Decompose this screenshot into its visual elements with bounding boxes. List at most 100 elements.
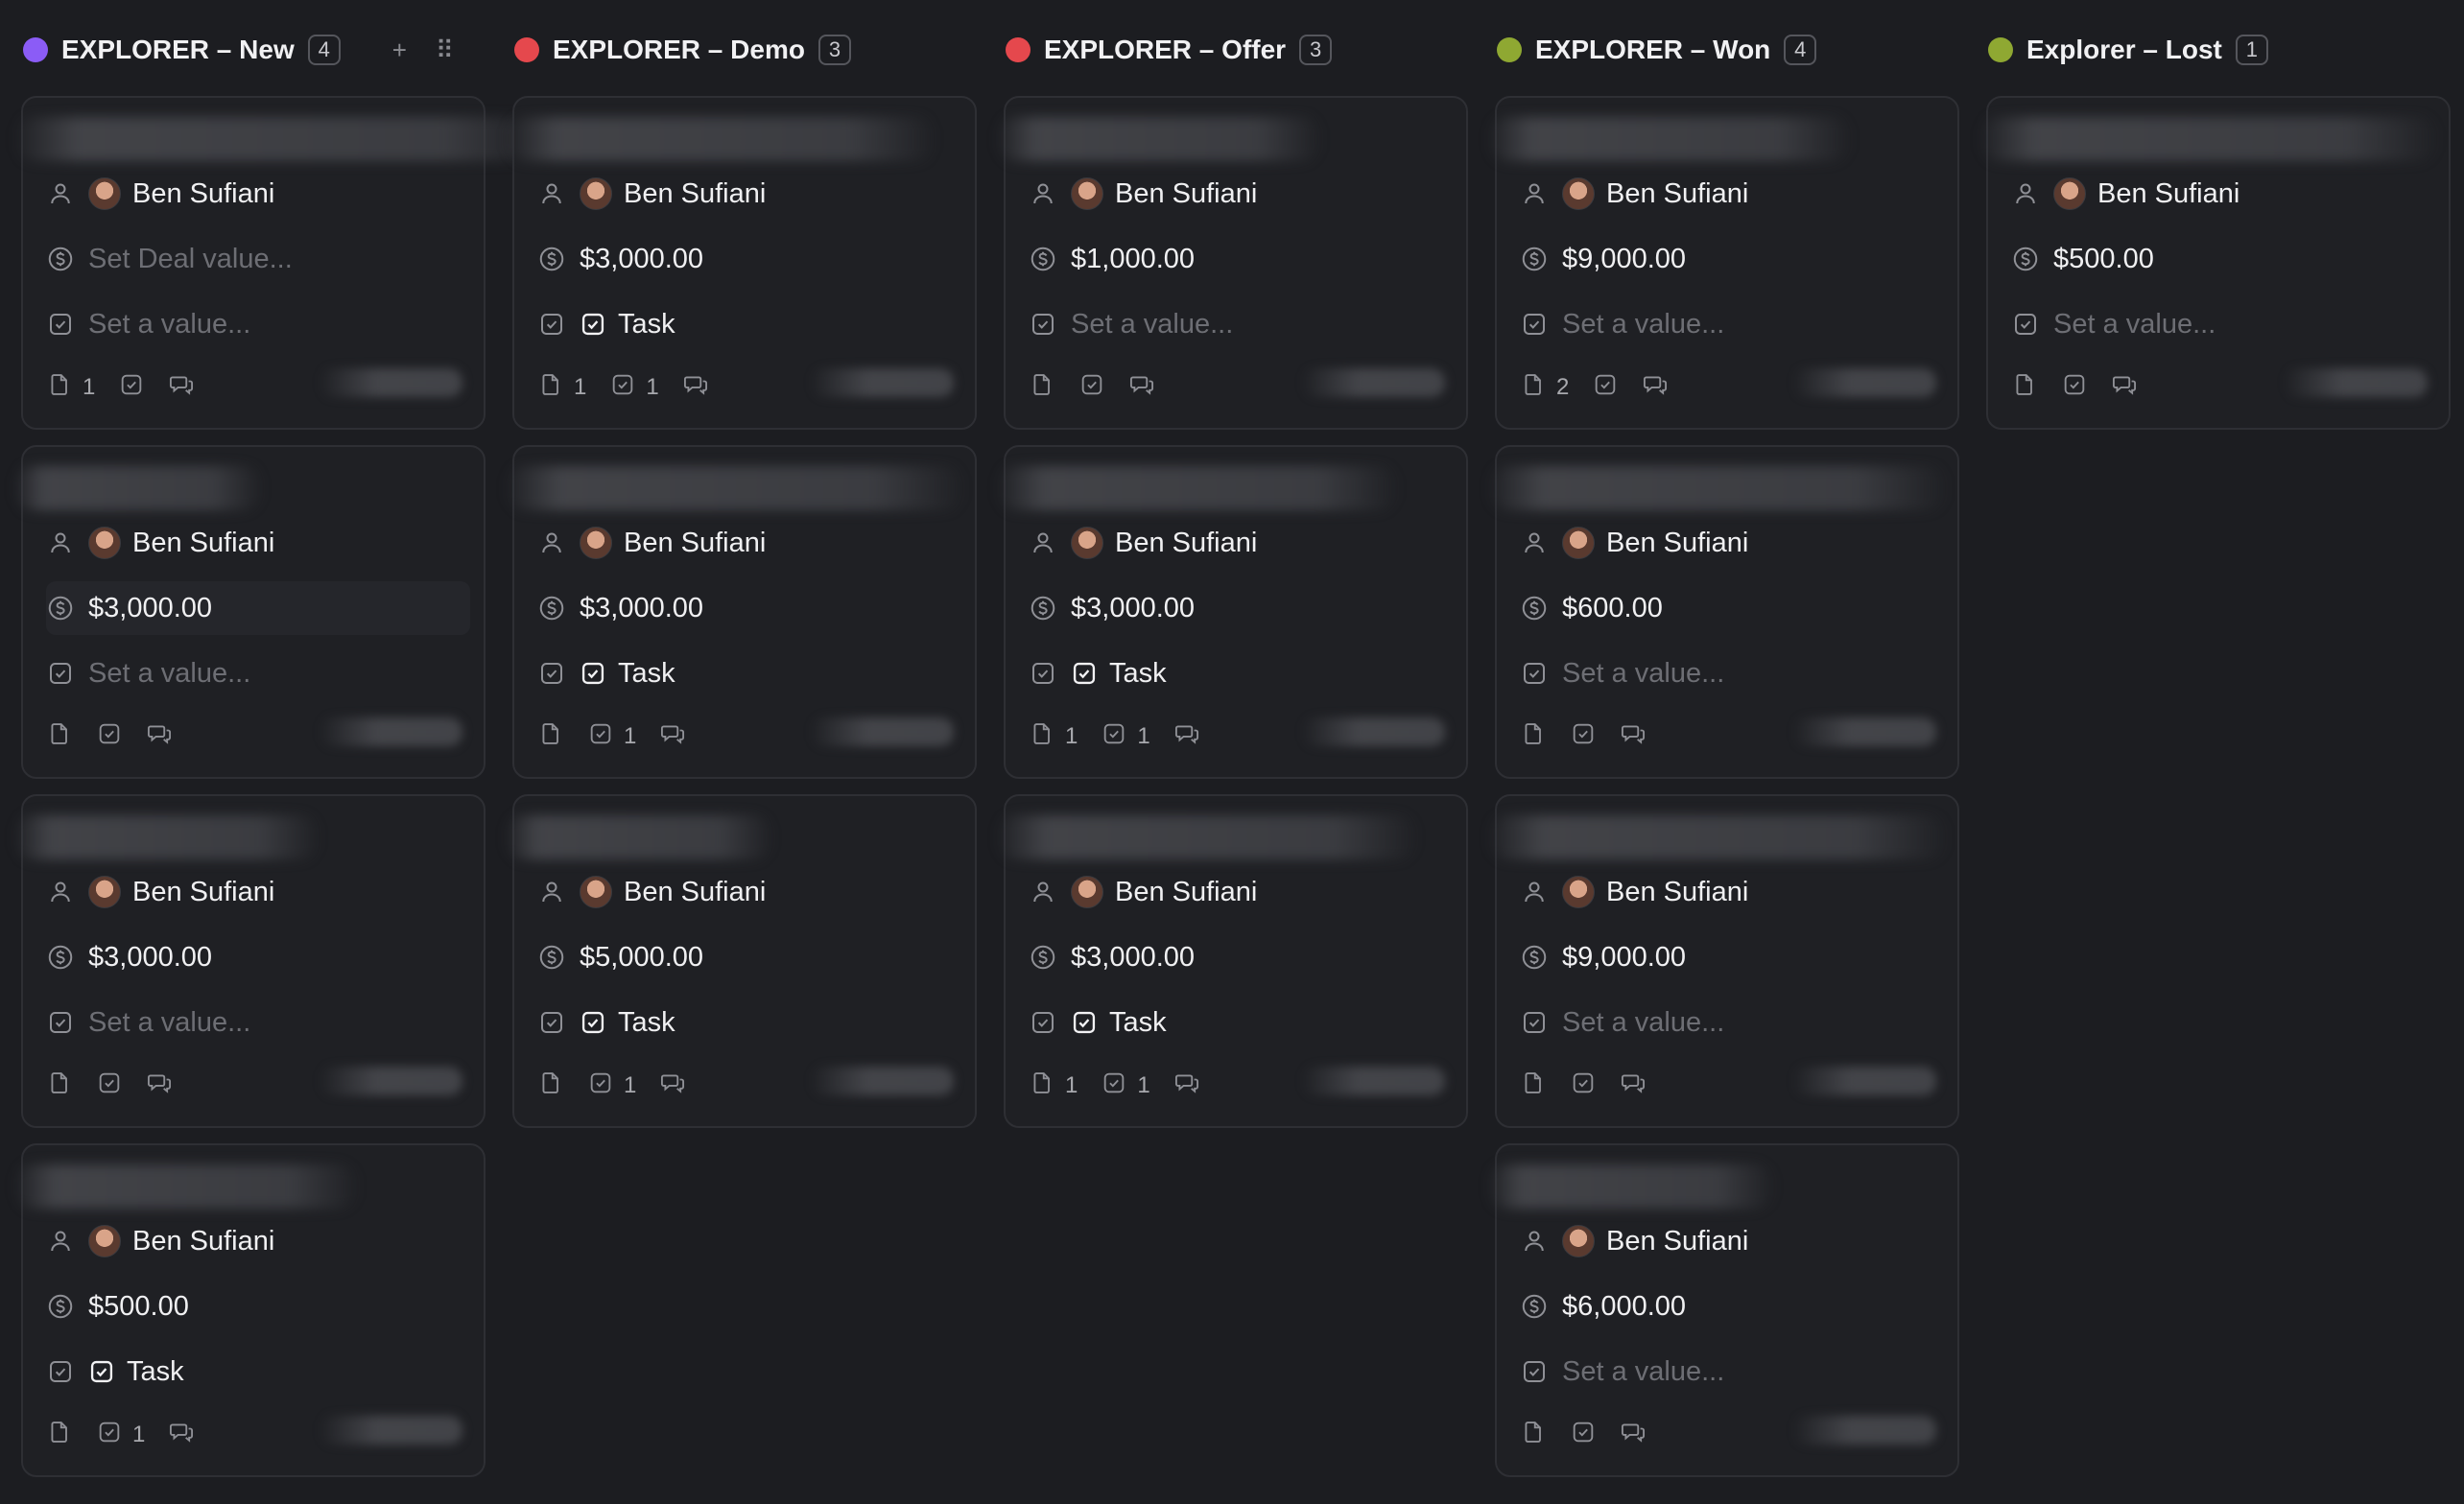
owner-row[interactable]: Ben Sufiani xyxy=(1029,865,1453,919)
files-count[interactable] xyxy=(46,720,73,754)
deal-value-row[interactable]: $5,000.00 xyxy=(537,930,961,984)
files-count[interactable] xyxy=(2011,371,2038,405)
deal-value-row[interactable]: $3,000.00 xyxy=(1029,581,1453,635)
task-row[interactable]: Set a value... xyxy=(1520,297,1944,351)
comments-count[interactable] xyxy=(2111,371,2138,405)
add-card-icon[interactable]: + xyxy=(392,35,407,65)
tasks-count[interactable] xyxy=(1570,720,1597,754)
deal-card[interactable]: Ben Sufiani $600.00 Set a value... xyxy=(1487,445,1959,779)
comments-count[interactable] xyxy=(168,371,195,405)
task-checked-icon[interactable] xyxy=(1071,660,1098,687)
deal-value-row[interactable]: $3,000.00 xyxy=(537,232,961,286)
deal-value-row[interactable]: $3,000.00 xyxy=(46,930,470,984)
comments-count[interactable] xyxy=(682,371,709,405)
owner-row[interactable]: Ben Sufiani xyxy=(46,865,470,919)
files-count[interactable]: 1 xyxy=(1029,720,1078,754)
deal-card[interactable]: Ben Sufiani $3,000.00 Task 1 1 xyxy=(505,96,977,430)
files-count[interactable]: 2 xyxy=(1520,371,1569,405)
deal-card[interactable]: Ben Sufiani $3,000.00 Task 1 xyxy=(505,445,977,779)
owner-row[interactable]: Ben Sufiani xyxy=(1520,167,1944,221)
task-row[interactable]: Set a value... xyxy=(2011,297,2435,351)
tasks-count[interactable]: 1 xyxy=(1101,1069,1150,1103)
drag-handle-icon[interactable]: ⠿ xyxy=(436,35,454,65)
files-count[interactable] xyxy=(1520,1419,1547,1452)
task-row[interactable]: Task xyxy=(537,297,961,351)
owner-row[interactable]: Ben Sufiani xyxy=(1520,1214,1944,1268)
tasks-count[interactable] xyxy=(1570,1419,1597,1452)
files-count[interactable] xyxy=(537,1069,564,1103)
deal-value-row[interactable]: $500.00 xyxy=(46,1280,470,1333)
comments-count[interactable] xyxy=(146,720,173,754)
task-row[interactable]: Set a value... xyxy=(1520,996,1944,1049)
comments-count[interactable] xyxy=(1128,371,1155,405)
files-count[interactable] xyxy=(46,1069,73,1103)
comments-count[interactable] xyxy=(146,1069,173,1103)
comments-count[interactable] xyxy=(1620,1069,1647,1103)
deal-card[interactable]: Ben Sufiani $6,000.00 Set a value... xyxy=(1487,1143,1959,1477)
owner-row[interactable]: Ben Sufiani xyxy=(46,167,470,221)
files-count[interactable] xyxy=(1520,720,1547,754)
deal-card[interactable]: Ben Sufiani Set Deal value... Set a value.… xyxy=(13,96,551,430)
deal-value-row[interactable]: $3,000.00 xyxy=(1029,930,1453,984)
owner-row[interactable]: Ben Sufiani xyxy=(1520,865,1944,919)
tasks-count[interactable]: 1 xyxy=(587,720,636,754)
deal-card[interactable]: Ben Sufiani $5,000.00 Task 1 xyxy=(505,794,977,1128)
tasks-count[interactable]: 1 xyxy=(609,371,659,405)
task-row[interactable]: Task xyxy=(537,996,961,1049)
deal-card[interactable]: Ben Sufiani $1,000.00 Set a value... xyxy=(996,96,1468,430)
deal-value-row[interactable]: $500.00 xyxy=(2011,232,2435,286)
deal-card[interactable]: Ben Sufiani $500.00 Set a value... xyxy=(1978,96,2451,430)
deal-card[interactable]: Ben Sufiani $500.00 Task 1 xyxy=(13,1143,486,1477)
deal-value-row[interactable]: $3,000.00 xyxy=(46,581,470,635)
owner-row[interactable]: Ben Sufiani xyxy=(1029,167,1453,221)
task-row[interactable]: Set a value... xyxy=(1520,646,1944,700)
task-row[interactable]: Set a value... xyxy=(1520,1345,1944,1398)
deal-card[interactable]: Ben Sufiani $3,000.00 Set a value... xyxy=(13,445,486,779)
owner-row[interactable]: Ben Sufiani xyxy=(537,167,961,221)
task-row[interactable]: Task xyxy=(46,1345,470,1398)
task-row[interactable]: Set a value... xyxy=(46,646,470,700)
owner-row[interactable]: Ben Sufiani xyxy=(537,865,961,919)
files-count[interactable] xyxy=(537,720,564,754)
files-count[interactable]: 1 xyxy=(46,371,95,405)
tasks-count[interactable] xyxy=(2061,371,2088,405)
tasks-count[interactable] xyxy=(96,720,123,754)
owner-row[interactable]: Ben Sufiani xyxy=(1520,516,1944,570)
owner-row[interactable]: Ben Sufiani xyxy=(1029,516,1453,570)
task-checked-icon[interactable] xyxy=(1071,1009,1098,1036)
deal-card[interactable]: Ben Sufiani $3,000.00 Task 1 1 xyxy=(996,794,1468,1128)
task-checked-icon[interactable] xyxy=(580,660,606,687)
tasks-count[interactable]: 1 xyxy=(587,1069,636,1103)
comments-count[interactable] xyxy=(1620,720,1647,754)
deal-card[interactable]: Ben Sufiani $3,000.00 Task 1 1 xyxy=(996,445,1468,779)
comments-count[interactable] xyxy=(1642,371,1669,405)
comments-count[interactable] xyxy=(168,1419,195,1452)
deal-card[interactable]: Ben Sufiani $9,000.00 Set a value... xyxy=(1487,794,1959,1128)
tasks-count[interactable]: 1 xyxy=(96,1419,145,1452)
deal-value-row[interactable]: $9,000.00 xyxy=(1520,232,1944,286)
files-count[interactable] xyxy=(1029,371,1055,405)
deal-value-row[interactable]: $600.00 xyxy=(1520,581,1944,635)
task-row[interactable]: Task xyxy=(1029,646,1453,700)
tasks-count[interactable] xyxy=(96,1069,123,1103)
comments-count[interactable] xyxy=(659,1069,686,1103)
deal-value-row[interactable]: $1,000.00 xyxy=(1029,232,1453,286)
task-row[interactable]: Set a value... xyxy=(1029,297,1453,351)
comments-count[interactable] xyxy=(1620,1419,1647,1452)
owner-row[interactable]: Ben Sufiani xyxy=(46,1214,470,1268)
owner-row[interactable]: Ben Sufiani xyxy=(537,516,961,570)
task-row[interactable]: Set a value... xyxy=(46,996,470,1049)
tasks-count[interactable] xyxy=(1078,371,1105,405)
task-checked-icon[interactable] xyxy=(580,1009,606,1036)
deal-value-row[interactable]: $9,000.00 xyxy=(1520,930,1944,984)
task-row[interactable]: Set a value... xyxy=(46,297,470,351)
task-row[interactable]: Task xyxy=(1029,996,1453,1049)
deal-value-row[interactable]: Set Deal value... xyxy=(46,232,470,286)
files-count[interactable]: 1 xyxy=(537,371,586,405)
tasks-count[interactable] xyxy=(118,371,145,405)
owner-row[interactable]: Ben Sufiani xyxy=(2011,167,2435,221)
files-count[interactable] xyxy=(1520,1069,1547,1103)
files-count[interactable]: 1 xyxy=(1029,1069,1078,1103)
comments-count[interactable] xyxy=(1173,1069,1200,1103)
owner-row[interactable]: Ben Sufiani xyxy=(46,516,470,570)
